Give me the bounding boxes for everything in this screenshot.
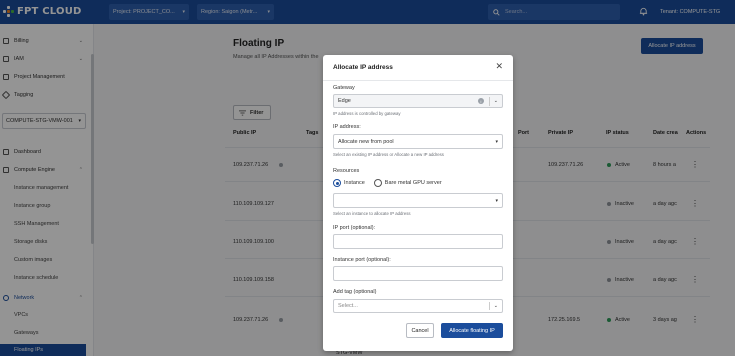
select-separator [489, 302, 490, 310]
ip-address-select[interactable]: Allocate new from pool ▾ [333, 134, 503, 149]
instance-select[interactable]: ▾ [333, 193, 503, 208]
close-icon[interactable]: ✕ [495, 62, 503, 71]
chevron-down-icon: ▾ [495, 138, 498, 145]
tag-placeholder: Select... [338, 303, 358, 309]
chevron-down-icon: ⌄ [493, 98, 498, 104]
allocate-floating-ip-button[interactable]: Allocate floating IP [441, 323, 503, 338]
gateway-label: Gateway [333, 85, 355, 91]
gateway-hint: IP address is controlled by gateway [333, 111, 401, 116]
chevron-down-icon: ▾ [495, 197, 498, 204]
gateway-select[interactable]: Edge i ⌄ [333, 94, 503, 108]
ip-address-value: Allocate new from pool [338, 138, 394, 145]
radio-bare-metal[interactable] [373, 179, 382, 187]
instance-port-input[interactable] [333, 266, 503, 281]
ip-port-input[interactable] [333, 234, 503, 249]
radio-bare-metal-label[interactable]: Bare metal GPU server [385, 180, 442, 186]
resources-label: Resources [333, 168, 360, 174]
ip-address-hint: Select an existing IP address or Allocat… [333, 152, 444, 157]
instance-hint: Select an instance to allocate IP addres… [333, 211, 411, 216]
radio-instance[interactable] [333, 179, 341, 187]
chevron-down-icon: ⌄ [493, 303, 498, 309]
gateway-value: Edge [338, 98, 351, 104]
modal-title: Allocate IP address [333, 64, 393, 71]
select-separator [489, 97, 490, 106]
resource-type-radio-group: Instance Bare metal GPU server [333, 179, 442, 187]
info-icon[interactable]: i [478, 98, 484, 104]
ip-address-label: IP address: [333, 124, 361, 130]
radio-instance-label[interactable]: Instance [344, 180, 365, 186]
instance-port-label: Instance port (optional): [333, 257, 391, 263]
ip-port-label: IP port (optional): [333, 225, 376, 231]
cancel-button[interactable]: Cancel [406, 323, 434, 338]
allocate-ip-modal: Allocate IP address ✕ Gateway Edge i ⌄ I… [323, 55, 513, 351]
add-tag-label: Add tag (optional) [333, 289, 377, 295]
modal-divider [323, 80, 513, 81]
tag-select[interactable]: Select... ⌄ [333, 299, 503, 313]
